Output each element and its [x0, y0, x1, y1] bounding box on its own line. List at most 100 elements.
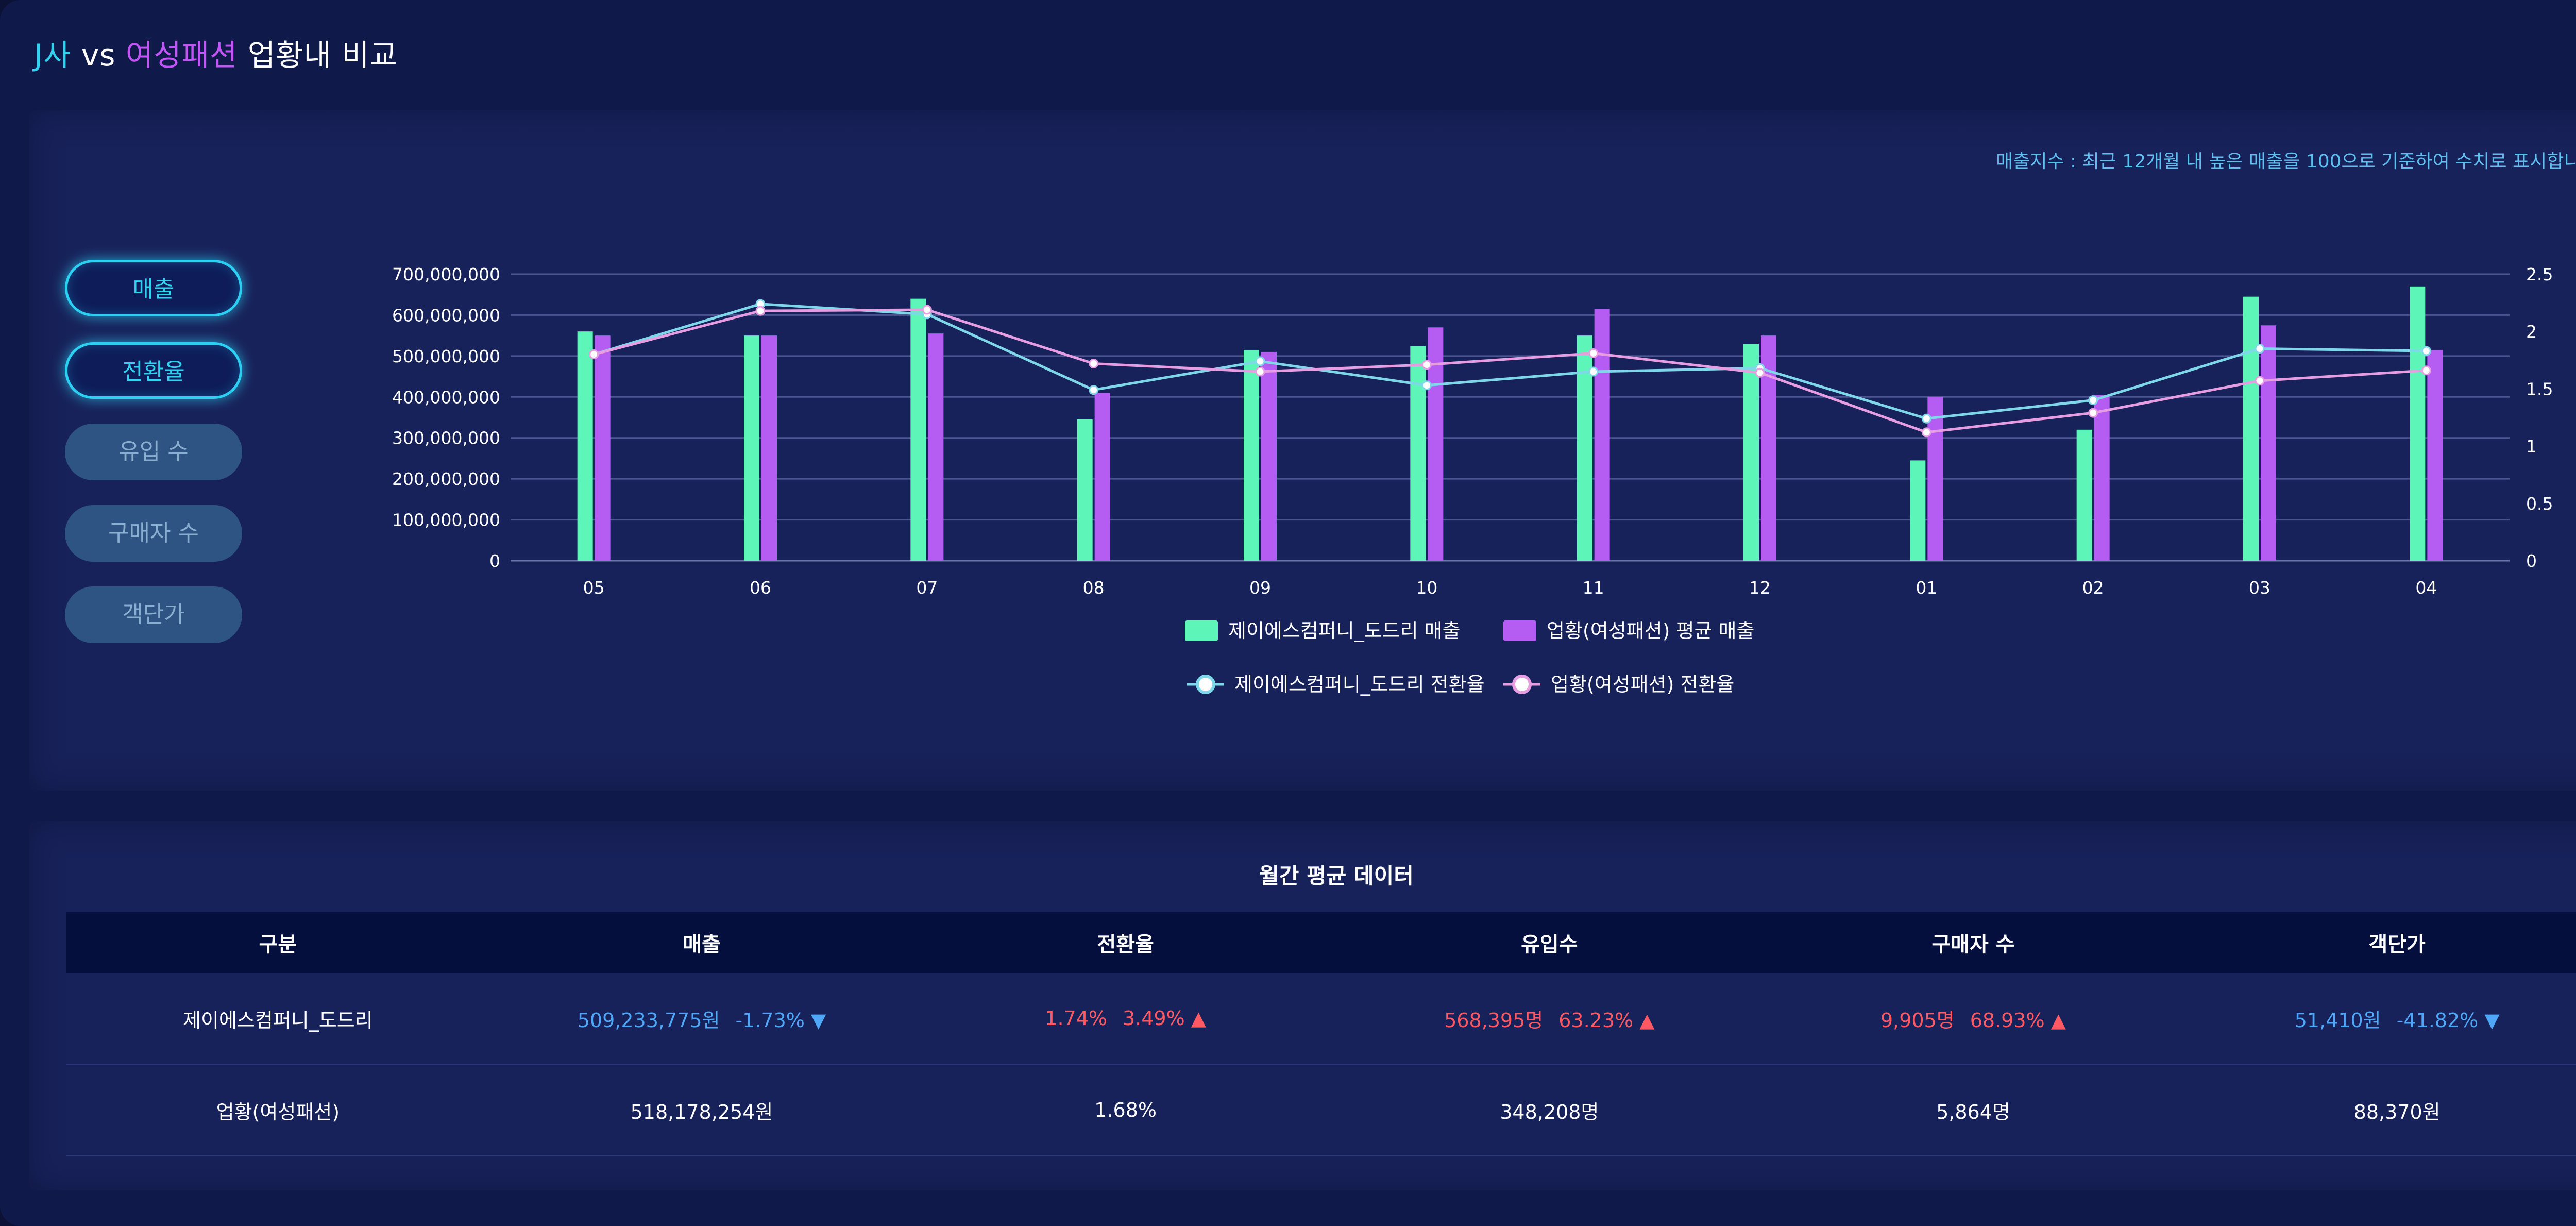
company-conversion-point: [1089, 385, 1099, 395]
cell-sales: 509,233,775원 -1.73% ▼: [489, 973, 914, 1065]
title-rest: 업황내 비교: [238, 38, 398, 73]
legend-marker-industry-conversion: [1512, 675, 1532, 694]
company-conversion-point: [2255, 344, 2265, 354]
x-tick-label: 07: [916, 578, 938, 598]
company-sales-bar: [577, 331, 593, 561]
industry-sales-bar: [1594, 309, 1610, 561]
y2-tick-label: 2.5: [2526, 264, 2553, 284]
legend-swatch-company-sales: [1185, 620, 1218, 641]
industry-conversion-point: [1588, 348, 1599, 358]
up-arrow-icon: ▲: [2044, 1009, 2066, 1032]
industry-conversion-point: [1921, 427, 1931, 438]
industry-sales-bar: [2261, 325, 2276, 561]
cell-change: -41.82%: [2396, 1009, 2479, 1032]
header-buyers: 구매자 수: [1761, 912, 2185, 973]
y-tick-label: 200,000,000: [392, 469, 500, 489]
legend-label-industry-sales: 업황(여성패션) 평균 매출: [1547, 619, 1754, 642]
x-tick-label: 03: [2249, 578, 2270, 598]
company-sales-bar: [910, 298, 926, 561]
y-tick-label: 300,000,000: [392, 428, 500, 448]
cell-conversion: 1.68%: [913, 1064, 1337, 1156]
industry-conversion-point: [2421, 365, 2431, 376]
combo-chart: 0 100,000,000 200,000,000 300,000,000 400,00…: [392, 264, 2553, 696]
monthly-average-table: 구분 매출 전환율 유입수 구매자 수 객단가 제이에스컴퍼니_도드리 509,…: [66, 912, 2576, 1156]
y2-tick-label: 1: [2526, 436, 2537, 457]
table-row: 업황(여성패션) 518,178,254원 1.68% 348,208명 5,8…: [66, 1064, 2576, 1156]
legend-label-industry-conversion: 업황(여성패션) 전환율: [1551, 673, 1734, 696]
x-tick-label: 06: [750, 578, 771, 598]
industry-conversion-point: [922, 305, 932, 315]
title-vs: vs: [71, 38, 126, 73]
industry-sales-bar: [1094, 393, 1110, 561]
y-tick-label: 100,000,000: [392, 510, 500, 530]
header-category: 구분: [66, 912, 490, 973]
cell-change: 68.93%: [1970, 1009, 2045, 1032]
y2-tick-label: 1.5: [2526, 379, 2553, 399]
industry-sales-bar: [761, 335, 777, 561]
industry-conversion-point: [1421, 360, 1432, 370]
company-sales-bar: [2243, 296, 2259, 561]
y-tick-label: 600,000,000: [392, 305, 500, 325]
cell-change: -1.73%: [735, 1009, 805, 1032]
company-sales-bar: [1410, 346, 1426, 561]
company-conversion-point: [1421, 380, 1432, 391]
industry-conversion-point: [1755, 367, 1765, 378]
table-header-row: 구분 매출 전환율 유입수 구매자 수 객단가: [66, 912, 2576, 973]
title-company: J사: [34, 38, 72, 73]
cell-visitors: 568,395명 63.23% ▲: [1337, 973, 1761, 1065]
company-sales-bar: [2076, 429, 2092, 561]
down-arrow-icon: ▼: [804, 1009, 826, 1032]
chart-panel: 매출지수 : 최근 12개월 내 높은 매출을 100으로 기준하여 수치로 표…: [29, 110, 2576, 791]
row-label-industry: 업황(여성패션): [66, 1064, 490, 1156]
cell-visitors: 348,208명: [1337, 1064, 1761, 1156]
industry-conversion-point: [755, 306, 766, 316]
legend-label-company-sales: 제이에스컴퍼니_도드리 매출: [1228, 619, 1461, 642]
dashboard-frame: J사 vs 여성패션 업황내 비교 매출지수 : 최근 12개월 내 높은 매출…: [0, 0, 2576, 1226]
x-tick-label: 01: [1916, 578, 1937, 598]
company-sales-bar: [1077, 419, 1093, 561]
y2-tick-label: 0.5: [2526, 494, 2553, 514]
industry-sales-bar: [595, 335, 611, 561]
cell-value: 1.74%: [1045, 1007, 1107, 1030]
company-conversion-point: [1255, 356, 1265, 366]
y2-tick-label: 2: [2526, 322, 2537, 342]
cell-change: 3.49%: [1122, 1007, 1185, 1030]
cell-value: 509,233,775원: [577, 1009, 720, 1032]
x-tick-label: 10: [1416, 578, 1437, 598]
x-tick-label: 05: [583, 578, 605, 598]
company-conversion-point: [1588, 366, 1599, 377]
y-tick-label: 400,000,000: [392, 387, 500, 407]
industry-conversion-point: [2255, 376, 2265, 386]
cell-avg-order: 51,410원 -41.82% ▼: [2185, 973, 2576, 1065]
company-conversion-point: [2088, 395, 2098, 406]
row-label-company: 제이에스컴퍼니_도드리: [66, 973, 490, 1065]
down-arrow-icon: ▼: [2478, 1009, 2500, 1032]
industry-sales-bar: [2094, 395, 2110, 561]
company-conversion-point: [2421, 346, 2431, 356]
page-title: J사 vs 여성패션 업황내 비교: [34, 31, 398, 74]
cell-change: 63.23%: [1558, 1009, 1634, 1032]
company-conversion-point: [1921, 413, 1931, 424]
cell-sales: 518,178,254원: [489, 1064, 914, 1156]
x-tick-label: 08: [1083, 578, 1105, 598]
up-arrow-icon: ▲: [1633, 1009, 1655, 1032]
header-avg-order: 객단가: [2185, 912, 2576, 973]
industry-sales-bar: [2427, 349, 2443, 561]
y-tick-label: 700,000,000: [392, 264, 500, 284]
legend-label-company-conversion: 제이에스컴퍼니_도드리 전환율: [1234, 673, 1485, 696]
up-arrow-icon: ▲: [1184, 1007, 1207, 1030]
x-tick-label: 02: [2082, 578, 2104, 598]
table-panel: 월간 평균 데이터 구분 매출 전환율 유입수 구매자 수 객단가 제이에스컴퍼…: [29, 821, 2576, 1190]
table-title: 월간 평균 데이터: [1259, 863, 1414, 888]
industry-conversion-point: [589, 349, 599, 360]
cell-value: 568,395명: [1444, 1009, 1544, 1032]
x-tick-label: 12: [1749, 578, 1771, 598]
company-sales-bar: [2410, 286, 2426, 561]
company-sales-bar: [744, 335, 759, 561]
cell-avg-order: 88,370원: [2185, 1064, 2576, 1156]
title-industry: 여성패션: [125, 38, 238, 73]
company-sales-bar: [1910, 460, 1926, 561]
cell-buyers: 9,905명 68.93% ▲: [1761, 973, 2185, 1065]
industry-sales-bar: [1261, 351, 1277, 561]
cell-buyers: 5,864명: [1761, 1064, 2185, 1156]
